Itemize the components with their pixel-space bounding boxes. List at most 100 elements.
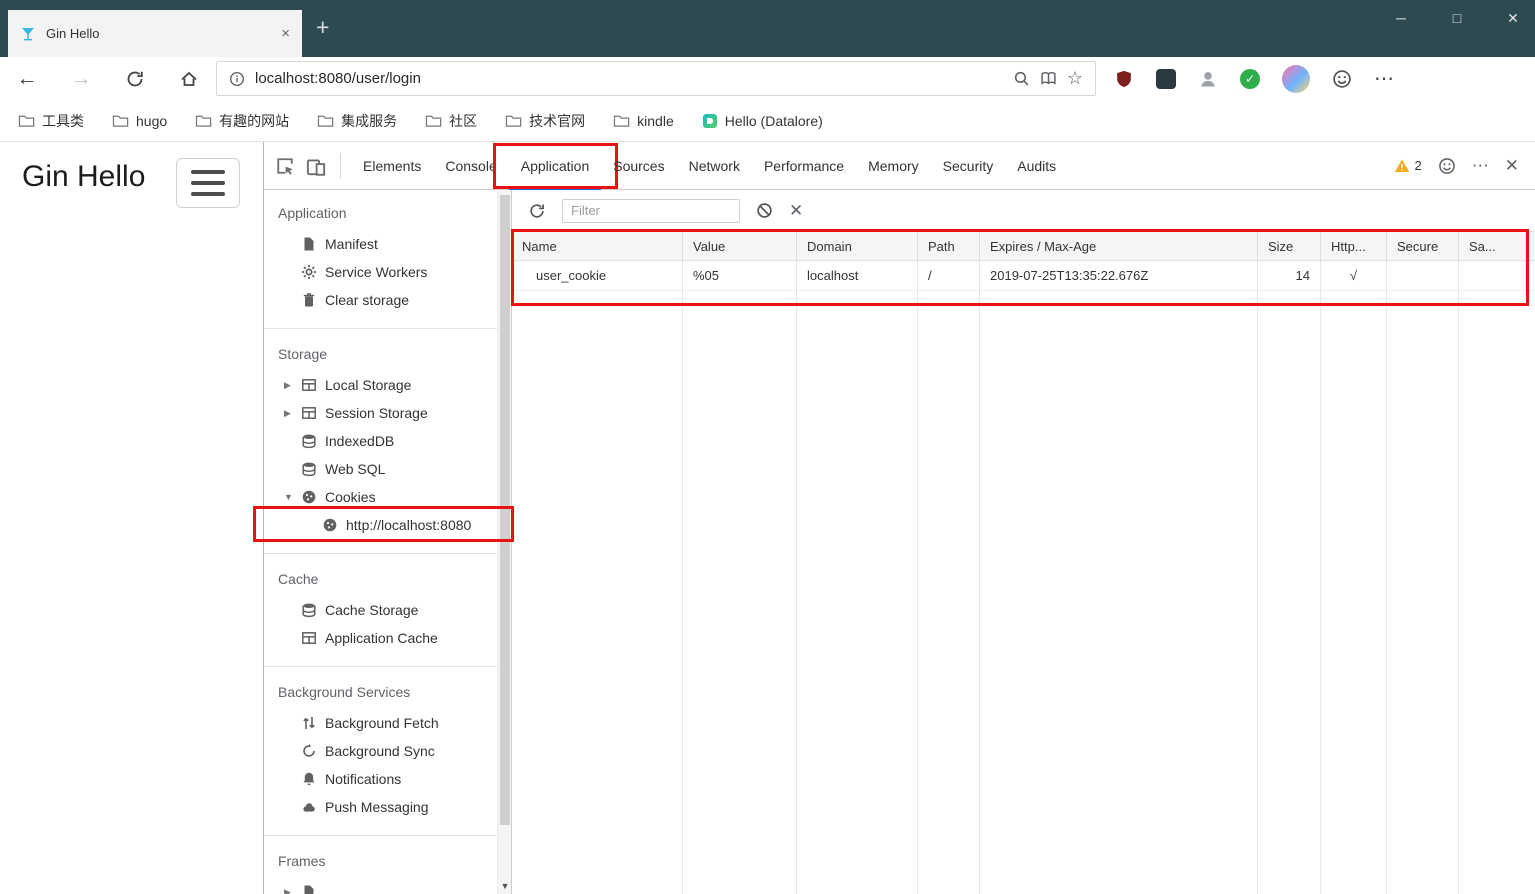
sidebar-item-cookies-localhost[interactable]: http://localhost:8080 [264, 511, 511, 539]
warning-counter[interactable]: 2 [1394, 158, 1422, 174]
tab-memory[interactable]: Memory [856, 142, 931, 190]
scrollbar-thumb[interactable] [500, 195, 510, 825]
delete-selected-icon[interactable]: ✕ [789, 201, 803, 221]
tab-console[interactable]: Console [433, 142, 508, 190]
application-sidebar: Application Manifest Service Workers Cle… [264, 190, 512, 894]
sidebar-item-background-fetch[interactable]: Background Fetch [264, 709, 511, 737]
chevron-right-icon[interactable]: ▶ [284, 887, 291, 894]
sidebar-section-application: Application Manifest Service Workers Cle… [264, 198, 511, 314]
minimize-button[interactable]: ─ [1393, 10, 1409, 27]
device-toolbar-icon[interactable] [306, 156, 326, 176]
back-button[interactable]: ← [0, 67, 54, 91]
sidebar-item-service-workers[interactable]: Service Workers [264, 258, 511, 286]
dark-extension-icon[interactable] [1156, 69, 1176, 89]
browser-titlebar: Gin Hello × + ─ □ ✕ [0, 0, 1535, 57]
devtools-feedback-smiley-icon[interactable] [1438, 157, 1456, 175]
tab-application[interactable]: Application [509, 142, 602, 190]
tab-performance[interactable]: Performance [752, 142, 856, 190]
sidebar-item-application-cache[interactable]: Application Cache [264, 624, 511, 652]
chevron-down-icon[interactable]: ▼ [284, 492, 293, 502]
filter-input[interactable] [562, 199, 740, 223]
maximize-button[interactable]: □ [1449, 10, 1465, 27]
bookmark-folder[interactable]: hugo [112, 113, 167, 129]
column-header-name[interactable]: Name [512, 232, 683, 260]
chevron-right-icon[interactable]: ▶ [284, 408, 291, 419]
column-header-httponly[interactable]: Http... [1321, 232, 1387, 260]
sidebar-item-indexeddb[interactable]: IndexedDB [264, 427, 511, 455]
column-header-size[interactable]: Size [1258, 232, 1321, 260]
bookmark-folder[interactable]: 集成服务 [317, 111, 397, 131]
column-header-domain[interactable]: Domain [797, 232, 918, 260]
reading-view-icon[interactable] [1040, 70, 1057, 87]
bookmark-label: 社区 [449, 111, 477, 131]
sidebar-item-notifications[interactable]: Notifications [264, 765, 511, 793]
sidebar-scrollbar[interactable]: ▼ [497, 190, 511, 894]
sidebar-section-storage: Storage ▶Local Storage ▶Session Storage … [264, 328, 511, 539]
datalore-favicon [702, 113, 718, 129]
folder-icon [505, 113, 522, 128]
person-icon[interactable] [1198, 69, 1218, 89]
refresh-button[interactable] [108, 69, 162, 89]
address-bar[interactable]: localhost:8080/user/login ☆ [216, 61, 1096, 96]
bookmark-folder[interactable]: kindle [613, 113, 674, 129]
sidebar-item-label: Push Messaging [325, 799, 429, 815]
folder-icon [112, 113, 129, 128]
column-header-path[interactable]: Path [918, 232, 980, 260]
sidebar-item-manifest[interactable]: Manifest [264, 230, 511, 258]
profile-avatar[interactable] [1282, 65, 1310, 93]
browser-more-menu[interactable]: ⋯ [1374, 66, 1394, 91]
tab-sources[interactable]: Sources [601, 142, 676, 190]
sidebar-item-clear-storage[interactable]: Clear storage [264, 286, 511, 314]
devtools-panel: Elements Console Application Sources Net… [263, 142, 1535, 894]
sidebar-item-cache-storage[interactable]: Cache Storage [264, 596, 511, 624]
devtools-more-menu[interactable]: ⋯ [1472, 156, 1489, 176]
column-header-expires[interactable]: Expires / Max-Age [980, 232, 1258, 260]
favorite-star-icon[interactable]: ☆ [1067, 68, 1083, 89]
sidebar-item-local-storage[interactable]: ▶Local Storage [264, 371, 511, 399]
feedback-smiley-icon[interactable] [1332, 69, 1352, 89]
cookie-table-row[interactable]: user_cookie %05 localhost / 2019-07-25T1… [512, 261, 1535, 291]
tab-network[interactable]: Network [677, 142, 752, 190]
sidebar-item-cookies[interactable]: ▼Cookies [264, 483, 511, 511]
green-extension-icon[interactable]: ✓ [1240, 69, 1260, 89]
sidebar-item-push-messaging[interactable]: Push Messaging [264, 793, 511, 821]
tab-audits[interactable]: Audits [1005, 142, 1068, 190]
tab-close-icon[interactable]: × [281, 25, 290, 42]
new-tab-button[interactable]: + [316, 14, 329, 41]
folder-icon [613, 113, 630, 128]
site-info-icon[interactable] [229, 71, 245, 87]
url-text[interactable]: localhost:8080/user/login [255, 70, 1003, 87]
bookmark-folder[interactable]: 有趣的网站 [195, 111, 289, 131]
column-header-value[interactable]: Value [683, 232, 797, 260]
sidebar-item-web-sql[interactable]: Web SQL [264, 455, 511, 483]
navigation-bar: ← → localhost:8080/user/login ☆ ✓ ⋯ [0, 57, 1535, 100]
sidebar-item-background-sync[interactable]: Background Sync [264, 737, 511, 765]
browser-tab[interactable]: Gin Hello × [8, 10, 302, 57]
bell-icon [301, 771, 317, 787]
document-icon [301, 236, 317, 252]
column-header-secure[interactable]: Secure [1387, 232, 1459, 260]
inspect-element-icon[interactable] [276, 157, 294, 175]
clear-all-icon[interactable] [756, 202, 773, 219]
ublock-shield-icon[interactable] [1114, 69, 1134, 89]
window-close-button[interactable]: ✕ [1505, 10, 1521, 27]
sidebar-item-session-storage[interactable]: ▶Session Storage [264, 399, 511, 427]
bookmark-datalore[interactable]: Hello (Datalore) [702, 113, 823, 129]
search-icon[interactable] [1013, 70, 1030, 87]
home-button[interactable] [162, 69, 216, 89]
sidebar-item-frame[interactable]: ▶ [264, 878, 511, 894]
column-header-samesite[interactable]: Sa... [1459, 232, 1535, 260]
chevron-right-icon[interactable]: ▶ [284, 380, 291, 391]
scrollbar-down-arrow[interactable]: ▼ [498, 881, 512, 891]
devtools-close-button[interactable]: ✕ [1505, 156, 1519, 176]
refresh-icon[interactable] [528, 202, 546, 220]
forward-button: → [54, 67, 108, 91]
tab-security[interactable]: Security [931, 142, 1006, 190]
bookmark-folder[interactable]: 技术官网 [505, 111, 585, 131]
bookmark-label: Hello (Datalore) [725, 113, 823, 129]
bookmark-folder[interactable]: 社区 [425, 111, 477, 131]
tab-elements[interactable]: Elements [351, 142, 433, 190]
bookmark-folder[interactable]: 工具类 [18, 111, 84, 131]
hamburger-menu-button[interactable] [176, 158, 240, 208]
sidebar-section-background-services: Background Services Background Fetch Bac… [264, 666, 511, 821]
